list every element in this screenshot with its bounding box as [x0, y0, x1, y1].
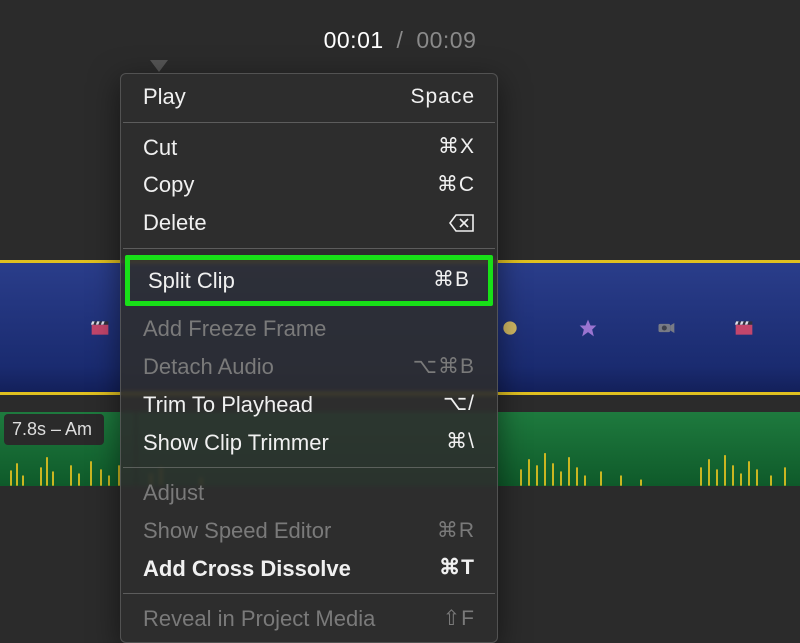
- menu-item-shortcut: ⌘B: [380, 266, 470, 294]
- camera-icon: [656, 318, 676, 338]
- menu-item-label: Split Clip: [148, 266, 235, 296]
- menu-item-shortcut: ⌘C: [385, 171, 475, 199]
- menu-item-label: Delete: [143, 208, 207, 238]
- menu-item-shortcut: ⌘X: [385, 133, 475, 161]
- timecode-total: 00:09: [416, 27, 476, 53]
- menu-item-show-clip-trimmer[interactable]: Show Clip Trimmer ⌘\: [121, 424, 497, 462]
- menu-item-label: Show Clip Trimmer: [143, 428, 329, 458]
- menu-item-shortcut: ⌥⌘B: [385, 353, 475, 381]
- menu-item-shortcut: ⌘R: [385, 517, 475, 545]
- menu-separator: [123, 593, 495, 594]
- menu-item-trim-to-playhead[interactable]: Trim To Playhead ⌥/: [121, 386, 497, 424]
- audio-clip-label: 7.8s – Am: [4, 414, 104, 445]
- moon-icon: [500, 318, 520, 338]
- menu-item-label: Reveal in Project Media: [143, 604, 375, 634]
- context-menu: Play Space Cut ⌘X Copy ⌘C Delete Split C…: [120, 73, 498, 643]
- audio-clip-label-text: 7.8s – Am: [12, 419, 92, 439]
- menu-item-label: Add Cross Dissolve: [143, 554, 351, 584]
- delete-backspace-icon: [449, 214, 475, 232]
- menu-item-label: Copy: [143, 170, 194, 200]
- menu-item-detach-audio: Detach Audio ⌥⌘B: [121, 348, 497, 386]
- menu-item-label: Add Freeze Frame: [143, 314, 326, 344]
- menu-item-cut[interactable]: Cut ⌘X: [121, 129, 497, 167]
- menu-item-label: Detach Audio: [143, 352, 274, 382]
- clip-thumbnail: [78, 316, 122, 340]
- menu-item-label: Adjust: [143, 478, 204, 508]
- tutorial-highlight: Split Clip ⌘B: [125, 255, 493, 307]
- menu-item-delete[interactable]: Delete: [121, 204, 497, 242]
- menu-item-shortcut: ⌘\: [385, 428, 475, 456]
- clapperboard-icon: [90, 318, 110, 338]
- timecode-display: 00:01 / 00:09: [0, 27, 800, 54]
- menu-item-label: Trim To Playhead: [143, 390, 313, 420]
- menu-item-copy[interactable]: Copy ⌘C: [121, 166, 497, 204]
- clip-thumbnail: [722, 316, 766, 340]
- menu-item-label: Play: [143, 82, 186, 112]
- clapperboard-icon: [734, 318, 754, 338]
- menu-item-adjust: Adjust: [121, 474, 497, 512]
- clip-thumbnail: [566, 316, 610, 340]
- menu-item-play[interactable]: Play Space: [121, 78, 497, 116]
- menu-item-add-freeze-frame: Add Freeze Frame: [121, 310, 497, 348]
- menu-item-reveal-in-project-media: Reveal in Project Media ⇧F: [121, 600, 497, 638]
- menu-item-label: Cut: [143, 133, 177, 163]
- chevron-down-icon: [150, 60, 168, 72]
- menu-item-shortcut: ⌥/: [385, 390, 475, 418]
- clip-thumbnail: [644, 316, 688, 340]
- timecode-separator: /: [397, 27, 404, 53]
- menu-item-shortcut: ⇧F: [385, 605, 475, 633]
- menu-separator: [123, 467, 495, 468]
- menu-item-show-speed-editor: Show Speed Editor ⌘R: [121, 512, 497, 550]
- menu-item-add-cross-dissolve[interactable]: Add Cross Dissolve ⌘T: [121, 550, 497, 588]
- menu-item-shortcut: ⌘T: [385, 554, 475, 582]
- menu-separator: [123, 248, 495, 249]
- timecode-current: 00:01: [324, 27, 384, 53]
- star-icon: [578, 318, 598, 338]
- menu-item-shortcut: [385, 214, 475, 232]
- menu-item-label: Show Speed Editor: [143, 516, 331, 546]
- menu-item-split-clip[interactable]: Split Clip ⌘B: [130, 260, 488, 302]
- menu-separator: [123, 122, 495, 123]
- menu-item-shortcut: Space: [385, 83, 475, 111]
